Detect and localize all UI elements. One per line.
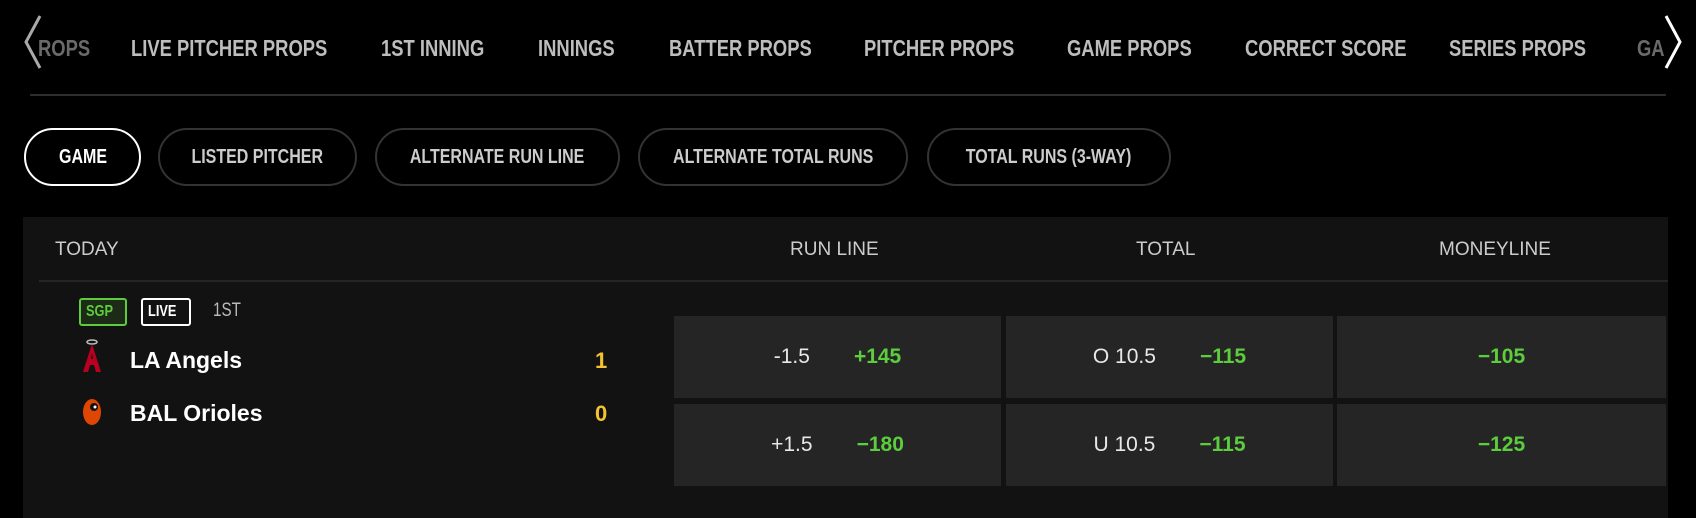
market-tabs: ROPS LIVE PITCHER PROPS 1ST INNING INNIN… (0, 28, 1696, 68)
tab-innings[interactable]: INNINGS (538, 28, 634, 68)
tab-correct-score[interactable]: CORRECT SCORE (1245, 28, 1447, 68)
game-panel: TODAY RUN LINE TOTAL MONEYLINE SGP LIVE … (23, 217, 1668, 518)
angels-logo-icon (83, 339, 101, 372)
team-score: 0 (595, 401, 608, 426)
col-moneyline: MONEYLINE (1439, 239, 1551, 260)
team-name: BAL Orioles (130, 400, 263, 426)
tab-batter-props[interactable]: BATTER PROPS (669, 28, 847, 68)
live-badge: LIVE (141, 298, 191, 326)
chevron-right-icon[interactable] (1662, 14, 1684, 70)
divider (30, 94, 1666, 96)
tab-props[interactable]: ROPS (38, 28, 103, 68)
inning-label: 1ST (213, 300, 241, 321)
total-button[interactable]: O 10.5 −115 (1006, 316, 1333, 398)
tab-game-props[interactable]: GAME PROPS (1067, 28, 1223, 68)
team-name: LA Angels (130, 347, 243, 373)
chevron-left-icon[interactable] (22, 14, 44, 70)
pill-total-runs-3-way[interactable]: TOTAL RUNS (3-WAY) (927, 128, 1171, 186)
total-button[interactable]: U 10.5 −115 (1006, 404, 1333, 486)
moneyline-button[interactable]: −105 (1337, 316, 1666, 398)
run-line-button[interactable]: +1.5 −180 (674, 404, 1001, 486)
tab-series-props[interactable]: SERIES PROPS (1449, 28, 1620, 68)
section-title: TODAY (55, 239, 119, 260)
pill-alternate-total-runs[interactable]: ALTERNATE TOTAL RUNS (638, 128, 908, 186)
tab-1st-inning[interactable]: 1ST INNING (381, 28, 510, 68)
pill-game[interactable]: GAME (24, 128, 141, 186)
sgp-badge: SGP (79, 298, 127, 326)
tab-live-pitcher-props[interactable]: LIVE PITCHER PROPS (131, 28, 376, 68)
run-line-button[interactable]: -1.5 +145 (674, 316, 1001, 398)
orioles-logo-icon (83, 399, 101, 425)
pill-alternate-run-line[interactable]: ALTERNATE RUN LINE (375, 128, 620, 186)
col-total: TOTAL (1136, 239, 1196, 260)
moneyline-button[interactable]: −125 (1337, 404, 1666, 486)
team-score: 1 (595, 348, 608, 373)
pill-listed-pitcher[interactable]: LISTED PITCHER (158, 128, 357, 186)
col-run-line: RUN LINE (790, 239, 879, 260)
divider (39, 280, 1668, 282)
tab-pitcher-props[interactable]: PITCHER PROPS (864, 28, 1052, 68)
